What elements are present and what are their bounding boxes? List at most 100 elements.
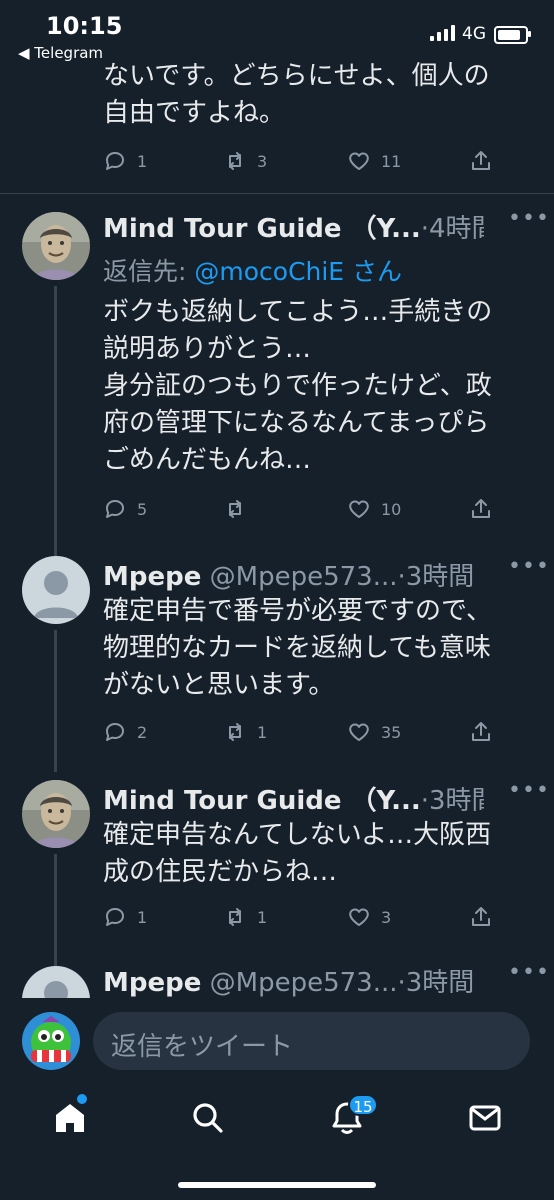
avatar[interactable] [22,780,90,848]
more-options-icon[interactable]: ••• [508,554,550,579]
reply-to-prefix: 返信先: [103,257,195,286]
tweet-actions: 1 1 3 [103,902,503,932]
like-count: 10 [381,499,402,519]
like-button[interactable]: 10 [347,494,401,524]
retweet-icon [229,152,241,170]
display-name[interactable]: Mpepe [103,968,201,998]
reply-count: 1 [137,151,148,171]
reply-thread[interactable]: ないです。どちらにせよ、個人の 自由ですよね。 1 3 11 Mind Tour… [0,56,554,998]
avatar[interactable] [22,966,90,998]
reply-icon [106,723,124,741]
tweet-item[interactable]: Mpepe @Mpepe573...·3時間 ••• [0,960,554,998]
avatar-image [22,212,90,280]
heart-icon [349,908,369,926]
share-icon [472,499,490,518]
timestamp[interactable]: 3時間 [429,786,484,816]
display-name[interactable]: Mind Tour Guide （Y... [103,786,421,816]
retweet-icon [229,500,241,518]
notifications-badge: 15 [348,1094,378,1116]
tweet-item[interactable]: Mind Tour Guide （Y...·3時間 ••• 確定申告なんてしない… [0,778,554,968]
retweet-button[interactable] [223,494,257,524]
share-icon [472,907,490,926]
reply-button[interactable]: 1 [103,146,147,176]
like-count: 35 [381,722,402,742]
reply-to-suffix: さん [344,257,403,286]
tweet-item[interactable]: ないです。どちらにせよ、個人の 自由ですよね。 1 3 11 [0,56,554,193]
dot-separator: · [420,214,429,244]
tweet-header: Mind Tour Guide （Y...·4時間 [103,208,484,245]
retweet-button[interactable]: 3 [223,146,267,176]
reply-button[interactable]: 5 [103,494,147,524]
tweet-actions: 5 10 [103,494,503,524]
more-options-icon[interactable]: ••• [508,206,550,231]
display-name[interactable]: Mind Tour Guide （Y... [103,214,421,244]
retweet-button[interactable]: 1 [223,717,267,747]
more-options-icon[interactable]: ••• [508,960,550,985]
tweet-header: Mpepe @Mpepe573...·3時間 [103,962,484,998]
retweet-count: 3 [257,151,268,171]
more-options-icon[interactable]: ••• [508,778,550,803]
my-avatar[interactable] [22,1012,80,1070]
tweet-text: 確定申告で番号が必要ですので、 物理的なカードを返納しても意味 がないと思います… [103,596,492,700]
network-type: 4G [462,24,486,44]
tweet-text: ボクも返納してこよう…手続きの 説明ありがとう… 身分証のつもりで作ったけど、政… [103,297,493,475]
avatar-image [22,1012,80,1070]
retweet-button[interactable]: 1 [223,902,267,932]
reply-input[interactable]: 返信をツイート [93,1012,530,1070]
search-icon[interactable] [188,1098,228,1138]
user-handle[interactable]: @Mpepe573... [210,968,398,998]
dot-separator: · [420,786,429,816]
home-icon[interactable] [50,1098,90,1138]
avatar[interactable] [22,556,90,624]
tweet-header: Mind Tour Guide （Y...·3時間 [103,780,484,817]
tweet-actions: 1 3 11 [103,146,503,176]
thread-connector [54,854,57,968]
reply-button[interactable]: 1 [103,902,147,932]
avatar[interactable] [22,212,90,280]
share-icon [472,722,490,741]
tweet-text: 確定申告なんてしないよ…大阪西 成の住民だからね… [103,820,492,887]
dot-separator: · [397,562,406,592]
reply-count: 1 [137,907,148,927]
battery-icon [494,26,528,44]
mention-link[interactable]: @mocoChiE [194,257,344,286]
share-button[interactable] [469,494,503,524]
share-icon [472,151,490,170]
battery-nub [528,31,531,37]
tweet-item[interactable]: Mpepe @Mpepe573...·3時間 ••• 確定申告で番号が必要ですの… [0,554,554,772]
heart-icon [349,500,369,518]
retweet-icon [229,908,241,926]
reply-placeholder: 返信をツイート [111,1032,294,1062]
timestamp[interactable]: 3時間 [406,562,475,592]
messages-icon[interactable] [465,1098,505,1138]
retweet-count: 1 [257,722,268,742]
tweet-actions: 2 1 35 [103,717,503,747]
clock: 10:15 [46,12,123,40]
tweet-text: ないです。どちらにせよ、個人の 自由ですよね。 [103,61,490,128]
reply-count: 5 [137,499,148,519]
like-button[interactable]: 11 [347,146,401,176]
reply-to-line: 返信先: @mocoChiE さん [103,252,402,288]
tweet-header: Mpepe @Mpepe573...·3時間 [103,556,484,593]
reply-button[interactable]: 2 [103,717,147,747]
tweet-item[interactable]: Mind Tour Guide （Y...·4時間 ••• 返信先: @moco… [0,194,554,556]
reply-icon [106,908,124,926]
like-button[interactable]: 35 [347,717,401,747]
timestamp[interactable]: 3時間 [406,968,475,998]
like-button[interactable]: 3 [347,902,391,932]
share-button[interactable] [469,902,503,932]
home-indicator[interactable] [178,1182,376,1188]
timestamp[interactable]: 4時間 [429,214,484,244]
default-avatar-icon [22,966,90,998]
heart-icon [349,723,369,741]
reply-count: 2 [137,722,148,742]
user-handle[interactable]: @Mpepe573... [210,562,398,592]
avatar-image [22,780,90,848]
like-count: 11 [381,151,402,171]
thread-connector [54,630,57,772]
share-button[interactable] [469,717,503,747]
reply-icon [106,500,124,518]
retweet-icon [229,723,241,741]
share-button[interactable] [469,146,503,176]
display-name[interactable]: Mpepe [103,562,201,592]
